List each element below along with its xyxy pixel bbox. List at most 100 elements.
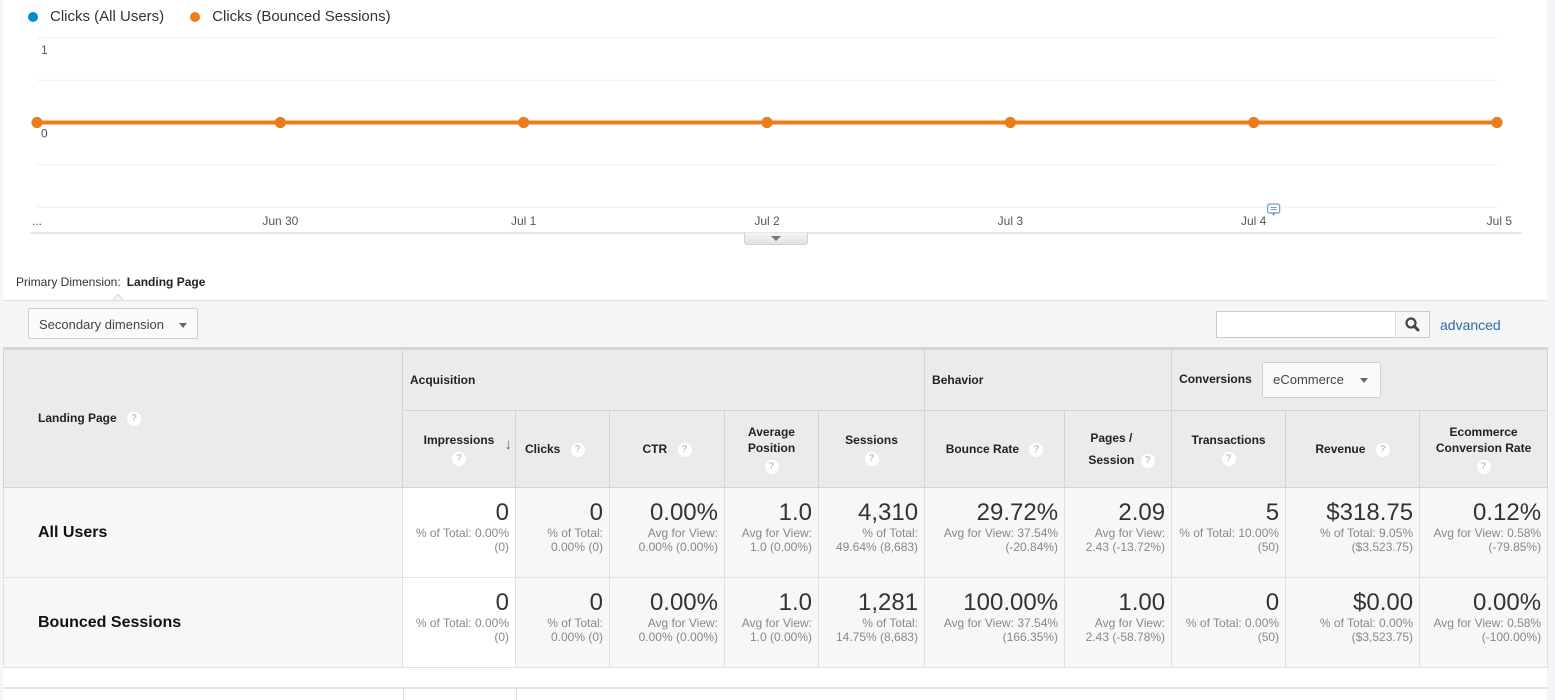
metric-comparison: % of Total: 0.00% (0) [415, 526, 509, 554]
chart-collapse-toggle[interactable] [744, 233, 808, 245]
y-tick-label: 0 [41, 127, 48, 141]
x-tick-label: Jul 4 [1241, 214, 1267, 228]
metric-value: 2.09 [1118, 499, 1166, 526]
metric-value: 0.00% [649, 499, 718, 526]
data-point [1248, 117, 1260, 128]
cell-clicks: 0% of Total: 0.00% (0) [515, 487, 610, 578]
metric-value: 1.0 [778, 499, 812, 526]
legend-item-bounced-sessions[interactable]: Clicks (Bounced Sessions) [190, 8, 391, 25]
metric-value: 0 [1265, 589, 1280, 616]
scrollbar-track[interactable] [1547, 0, 1555, 700]
help-icon[interactable]: ? [570, 442, 585, 457]
metric-comparison: % of Total: 10.00% (50) [1179, 526, 1280, 554]
column-header-label: Bounce Rate [945, 442, 1020, 456]
cell-revenue: $318.75% of Total: 9.05% ($3,523.75) [1285, 487, 1421, 578]
segment-name: Bounced Sessions [3, 577, 403, 668]
sorted-column-continuation [403, 689, 517, 700]
help-icon[interactable]: ? [864, 452, 879, 466]
column-header-bounce-rate[interactable]: Bounce Rate ? [924, 410, 1066, 488]
metric-value: 0.12% [1473, 499, 1542, 526]
cell-transactions: 0% of Total: 0.00% (50) [1171, 577, 1287, 668]
metric-value: 4,310 [857, 499, 919, 526]
column-header-transactions[interactable]: Transactions ? [1171, 410, 1287, 488]
metric-comparison: Avg for View: 0.00% (0.00%) [638, 526, 718, 554]
table-row: All Users 0% of Total: 0.00% (0) 0% of Tot… [3, 487, 1549, 578]
x-tick-label: Jun 30 [262, 214, 298, 228]
conversions-type-value: eCommerce [1273, 372, 1344, 387]
annotation-tail [1271, 213, 1276, 216]
help-icon[interactable]: ? [1029, 442, 1044, 457]
cell-impressions: 0% of Total: 0.00% (0) [402, 487, 516, 578]
search-button[interactable] [1395, 311, 1430, 338]
help-icon[interactable]: ? [452, 452, 466, 466]
legend-label: Clicks (Bounced Sessions) [212, 8, 391, 25]
column-header-label: Clicks [525, 442, 561, 456]
metric-value: 1.00 [1118, 589, 1166, 616]
metric-comparison: % of Total: 14.75% (8,683) [835, 616, 919, 644]
metric-value: 5 [1265, 499, 1280, 526]
help-icon[interactable]: ? [1140, 454, 1155, 468]
annotation-icon[interactable] [1267, 203, 1281, 216]
chevron-down-icon [179, 323, 187, 328]
cell-ctr: 0.00% Avg for View: 0.00% (0.00%) [609, 487, 725, 578]
cell-average-position: 1.0 Avg for View: 1.0 (0.00%) [724, 487, 819, 578]
metric-value: 29.72% [976, 499, 1059, 526]
legend-item-all-users[interactable]: Clicks (All Users) [28, 8, 164, 25]
conversions-type-dropdown[interactable]: eCommerce [1262, 362, 1381, 398]
advanced-filter-link[interactable]: advanced [1440, 317, 1501, 333]
dimension-header[interactable]: Landing Page ? [3, 348, 403, 488]
sort-descending-icon[interactable]: ↓ [505, 437, 513, 453]
line-chart[interactable]: 10 ... Jun 30 Jul 1 Jul 2 Jul 3 Jul 4 Jul 5 [0, 30, 1547, 235]
column-header-ecommerce-conversion-rate[interactable]: Ecommerce Conversion Rate ? [1419, 410, 1549, 488]
column-header-label: CTR [642, 442, 668, 456]
cell-ctr: 0.00% Avg for View: 0.00% (0.00%) [609, 577, 725, 668]
x-tick-label: ... [32, 214, 42, 228]
primary-dimension-value[interactable]: Landing Page [127, 275, 206, 289]
conversions-label: Conversions [1179, 372, 1252, 387]
column-header-revenue[interactable]: Revenue ? [1285, 410, 1421, 488]
cell-revenue: $0.00% of Total: 0.00% ($3,523.75) [1285, 577, 1421, 668]
metric-value: 0 [495, 589, 509, 616]
help-icon[interactable]: ? [1375, 442, 1390, 457]
column-header-sessions[interactable]: Sessions ? [817, 410, 926, 488]
x-tick-label: Jul 3 [998, 214, 1024, 228]
data-point [1004, 117, 1016, 128]
chart-annotations [1267, 203, 1281, 216]
column-header-label: Pages / Session [1088, 431, 1135, 467]
metric-value: 0.00% [649, 589, 718, 616]
help-icon[interactable]: ? [127, 411, 142, 426]
metric-value: 0 [589, 589, 603, 616]
help-icon[interactable]: ? [677, 442, 692, 457]
annotation-bubble [1267, 203, 1281, 214]
metric-comparison: Avg for View: 2.43 (-13.72%) [1085, 526, 1166, 554]
legend-label: Clicks (All Users) [50, 8, 165, 25]
table-row: Bounced Sessions 0% of Total: 0.00% (0) 0%… [3, 577, 1549, 668]
help-icon[interactable]: ? [1476, 460, 1491, 474]
table-search-input[interactable] [1216, 311, 1396, 338]
metric-comparison: Avg for View: 37.54% (-20.84%) [943, 526, 1059, 554]
help-icon[interactable]: ? [1221, 452, 1236, 466]
cell-sessions: 4,310% of Total: 49.64% (8,683) [817, 487, 926, 578]
column-header-label: Transactions [1191, 433, 1266, 447]
cell-ecommerce-conversion-rate: 0.00% Avg for View: 0.58% (-100.00%) [1419, 577, 1549, 668]
cell-bounce-rate: 100.00% Avg for View: 37.54% (166.35%) [924, 577, 1066, 668]
metric-comparison: % of Total: 49.64% (8,683) [835, 526, 919, 554]
column-header-ctr[interactable]: CTR ? [609, 410, 725, 488]
x-tick-label: Jul 5 [1487, 214, 1513, 228]
legend-dot-icon [28, 11, 38, 22]
x-axis-ticks: ... Jun 30 Jul 1 Jul 2 Jul 3 Jul 4 Jul 5 [32, 214, 1512, 228]
column-header-clicks[interactable]: Clicks ? [515, 410, 610, 488]
data-point [761, 117, 773, 128]
cell-impressions: 0% of Total: 0.00% (0) [402, 577, 516, 668]
segment-name: All Users [3, 487, 403, 578]
column-header-pages-per-session[interactable]: Pages / Session ? [1064, 410, 1173, 488]
column-header-average-position[interactable]: Average Position ? [724, 410, 819, 488]
primary-dimension-label: Primary Dimension: [16, 275, 121, 289]
chart-series [31, 117, 1503, 128]
metric-comparison: Avg for View: 0.58% (-100.00%) [1433, 616, 1542, 644]
column-header-label: Average Position [747, 425, 796, 455]
metric-value: 1.0 [778, 589, 812, 616]
help-icon[interactable]: ? [764, 460, 779, 474]
secondary-dimension-dropdown[interactable]: Secondary dimension [28, 308, 198, 339]
column-header-impressions[interactable]: Impressions ? ↓ [402, 410, 516, 488]
